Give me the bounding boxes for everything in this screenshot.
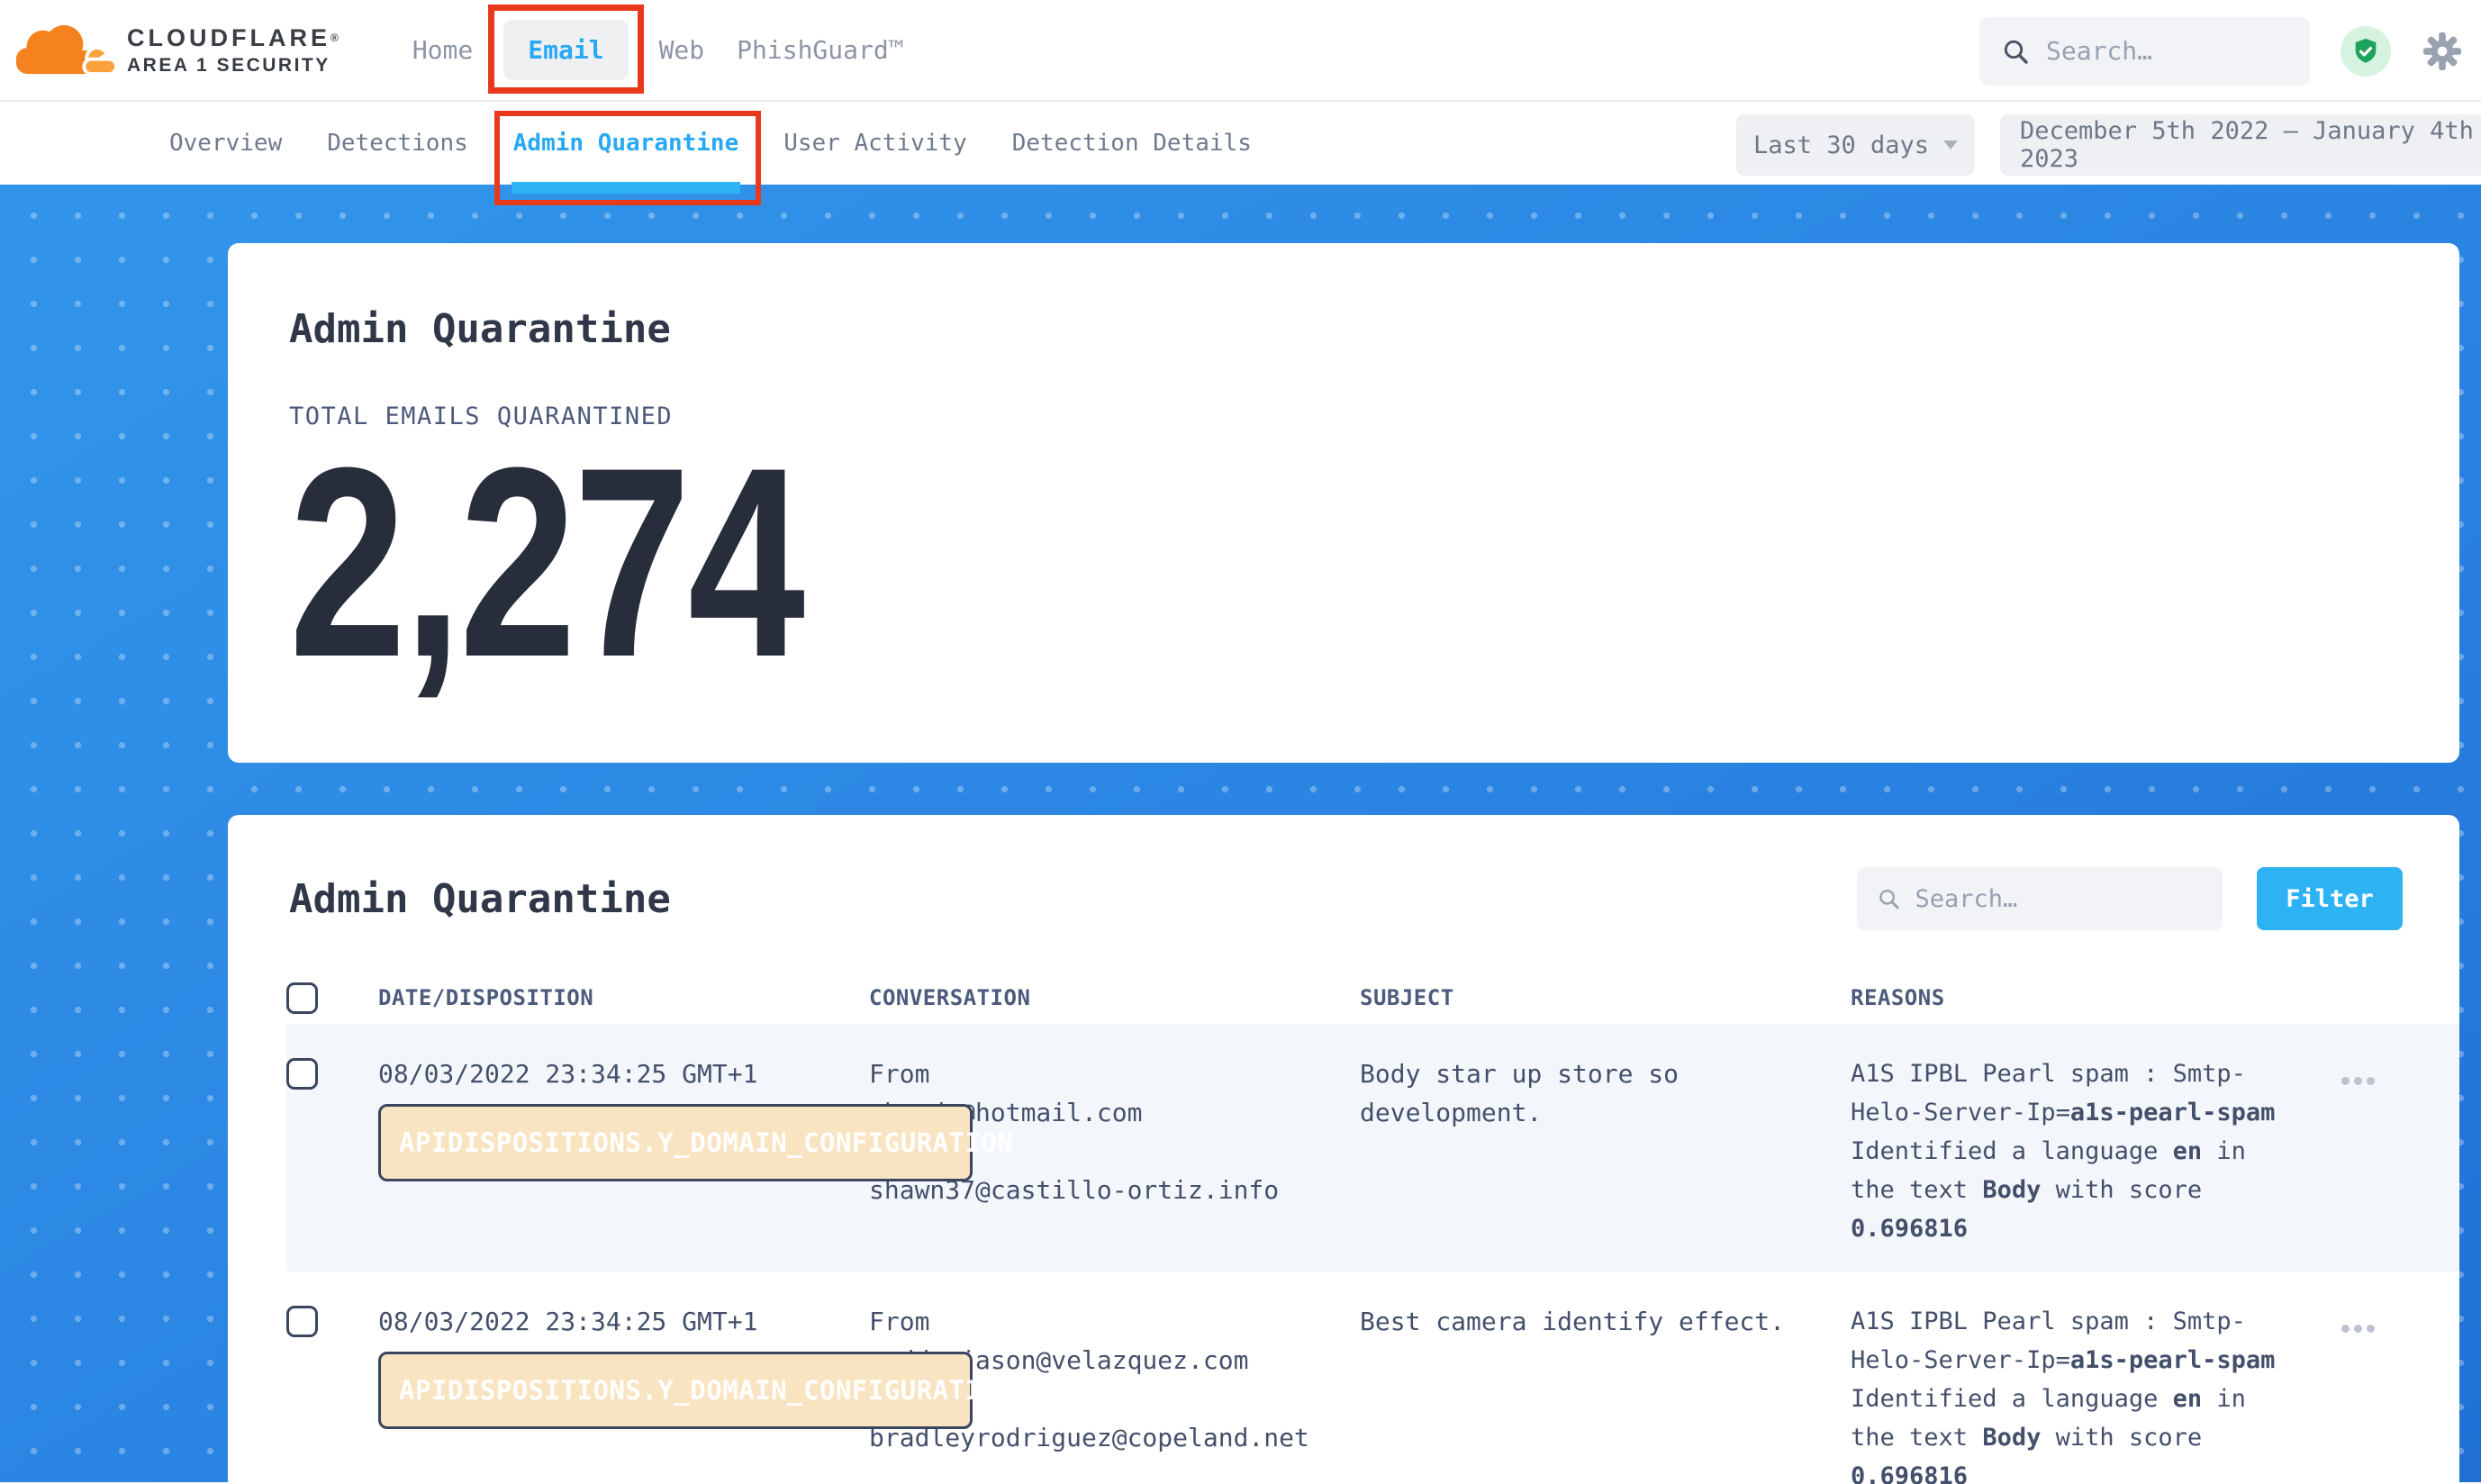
- from-label: From: [869, 1302, 1315, 1341]
- table-controls: Filter: [1857, 867, 2403, 930]
- disposition-badge: APIDISPOSITIONS.Y_DOMAIN_CONFIGURATION: [378, 1104, 973, 1181]
- row-subject: Body star up store so development.: [1360, 1059, 1679, 1127]
- column-header-subject: SUBJECT: [1360, 985, 1851, 1010]
- header-checkbox-cell: [286, 979, 378, 1018]
- tab-overview[interactable]: Overview: [169, 102, 282, 185]
- from-label: From: [869, 1054, 1315, 1093]
- column-header-date: DATE/DISPOSITION: [378, 985, 869, 1010]
- top-bar: CLOUDFLARE® AREA 1 SECURITY Home Email W…: [0, 0, 2481, 102]
- logo-text: CLOUDFLARE® AREA 1 SECURITY: [127, 24, 339, 77]
- table-header-row: DATE/DISPOSITION CONVERSATION SUBJECT RE…: [286, 972, 2459, 1024]
- trademark: ®: [330, 32, 339, 44]
- row-subject: Best camera identify effect.: [1360, 1307, 1785, 1336]
- cloudflare-cloud-icon: [14, 24, 118, 77]
- metric-value: 2,274: [289, 454, 823, 670]
- date-disposition-cell: 08/03/2022 23:34:25 GMT+1 APIDISPOSITION…: [378, 1054, 869, 1248]
- table-rows: 08/03/2022 23:34:25 GMT+1 APIDISPOSITION…: [286, 1024, 2459, 1484]
- brand-subtitle: AREA 1 SECURITY: [127, 55, 339, 77]
- date-range-dropdown[interactable]: Last 30 days: [1736, 114, 1975, 176]
- table-search-input[interactable]: [1915, 885, 2203, 913]
- row-checkbox[interactable]: [286, 1058, 318, 1090]
- date-range-display[interactable]: December 5th 2022 — January 4th 2023: [2000, 114, 2481, 176]
- nav-item-phishguard[interactable]: PhishGuard™: [735, 35, 905, 65]
- global-search-input[interactable]: [2046, 36, 2288, 66]
- tab-detections[interactable]: Detections: [327, 102, 468, 185]
- nav-item-home[interactable]: Home: [411, 35, 475, 65]
- table-card-header: Admin Quarantine Filter: [228, 867, 2459, 930]
- main-nav: Home Email Web PhishGuard™: [411, 20, 906, 80]
- disposition-badge-label: APIDISPOSITIONS.Y_DOMAIN_CONFIGURATION: [399, 1124, 1013, 1163]
- disposition-badge-label: APIDISPOSITIONS.Y_DOMAIN_CONFIGURATION: [399, 1371, 1013, 1410]
- reasons-cell: A1S IPBL Pearl spam : Smtp-Helo-Server-I…: [1851, 1302, 2301, 1484]
- table-row[interactable]: 08/03/2022 23:34:25 GMT+1 APIDISPOSITION…: [286, 1024, 2459, 1271]
- search-icon: [1877, 885, 1900, 912]
- row-checkbox[interactable]: [286, 1306, 318, 1337]
- tab-user-activity[interactable]: User Activity: [783, 102, 967, 185]
- top-bar-right: [1979, 0, 2463, 102]
- quarantine-table-card: Admin Quarantine Filter DATE/DISPOSI: [228, 815, 2459, 1484]
- page: CLOUDFLARE® AREA 1 SECURITY Home Email W…: [0, 0, 2481, 1484]
- cloudflare-logo[interactable]: CLOUDFLARE® AREA 1 SECURITY: [14, 24, 339, 77]
- nav-item-web[interactable]: Web: [657, 35, 707, 65]
- table-search[interactable]: [1857, 867, 2223, 930]
- tab-detection-details[interactable]: Detection Details: [1012, 102, 1252, 185]
- search-icon: [2001, 37, 2030, 66]
- select-all-checkbox[interactable]: [286, 982, 318, 1014]
- column-header-conversation: CONVERSATION: [869, 985, 1360, 1010]
- content-area: Admin Quarantine TOTAL EMAILS QUARANTINE…: [0, 185, 2481, 1482]
- shield-check-icon: [2350, 36, 2381, 67]
- row-date: 08/03/2022 23:34:25 GMT+1: [378, 1307, 757, 1336]
- table-card-title: Admin Quarantine: [289, 876, 671, 922]
- quarantine-table: DATE/DISPOSITION CONVERSATION SUBJECT RE…: [228, 972, 2459, 1484]
- nav-item-email[interactable]: Email: [503, 20, 628, 80]
- ellipsis-menu-icon[interactable]: [2341, 1315, 2375, 1342]
- row-date: 08/03/2022 23:34:25 GMT+1: [378, 1059, 757, 1089]
- security-status-badge[interactable]: [2341, 26, 2391, 77]
- row-checkbox-cell: [286, 1054, 378, 1248]
- row-actions-cell: [2301, 1054, 2459, 1248]
- subject-cell: Body star up store so development.: [1360, 1054, 1851, 1248]
- row-checkbox-cell: [286, 1302, 378, 1484]
- gear-icon[interactable]: [2422, 31, 2463, 72]
- brand-name: CLOUDFLARE®: [127, 24, 339, 51]
- sub-nav: Overview Detections Admin Quarantine Use…: [0, 102, 2481, 185]
- row-actions-cell: [2301, 1302, 2459, 1484]
- disposition-badge: APIDISPOSITIONS.Y_DOMAIN_CONFIGURATION: [378, 1352, 973, 1429]
- ellipsis-menu-icon[interactable]: [2341, 1067, 2375, 1094]
- filter-button[interactable]: Filter: [2257, 867, 2403, 930]
- date-controls: Last 30 days December 5th 2022 — January…: [1736, 114, 2481, 176]
- subject-cell: Best camera identify effect.: [1360, 1302, 1851, 1484]
- active-tab-underline: [512, 182, 740, 194]
- reasons-cell: A1S IPBL Pearl spam : Smtp-Helo-Server-I…: [1851, 1054, 2301, 1248]
- column-header-reasons: REASONS: [1851, 985, 2301, 1010]
- summary-card-title: Admin Quarantine: [289, 306, 2398, 352]
- date-disposition-cell: 08/03/2022 23:34:25 GMT+1 APIDISPOSITION…: [378, 1302, 869, 1484]
- tab-admin-quarantine[interactable]: Admin Quarantine: [513, 102, 738, 185]
- caret-down-icon: [1943, 140, 1958, 149]
- global-search[interactable]: [1979, 17, 2310, 86]
- summary-card: Admin Quarantine TOTAL EMAILS QUARANTINE…: [228, 243, 2459, 763]
- table-row[interactable]: 08/03/2022 23:34:25 GMT+1 APIDISPOSITION…: [286, 1271, 2459, 1484]
